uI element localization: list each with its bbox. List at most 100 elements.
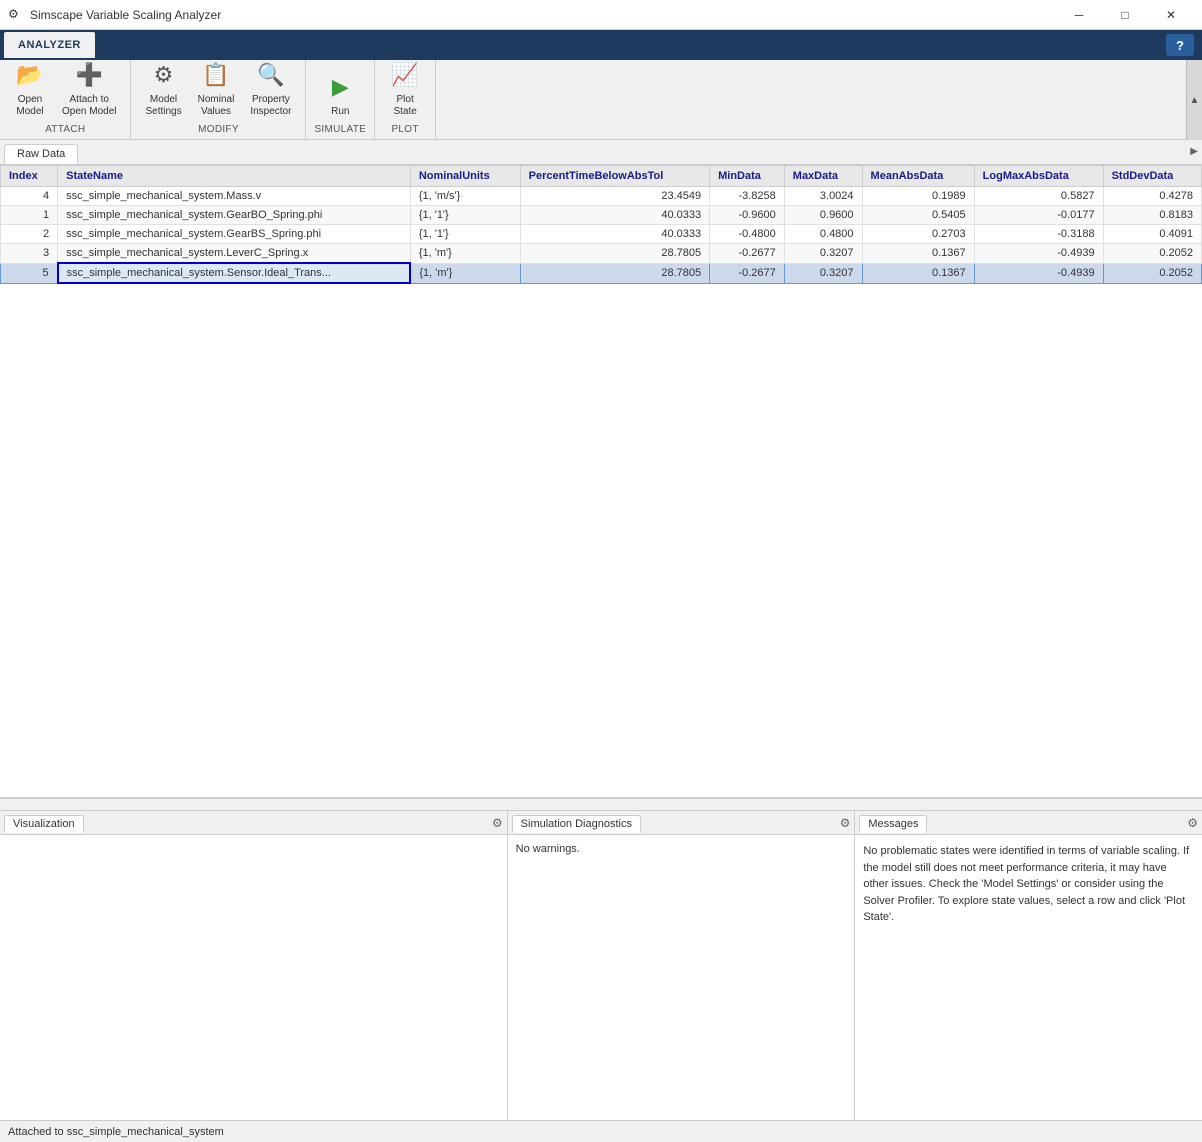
cell-units: {1, '1'}	[410, 206, 520, 225]
cell-statename: ssc_simple_mechanical_system.GearBS_Spri…	[58, 225, 411, 244]
table-row[interactable]: 2 ssc_simple_mechanical_system.GearBS_Sp…	[1, 225, 1202, 244]
toolbar-group-attach-items: 📂 OpenModel ➕ Attach toOpen Model	[8, 49, 122, 122]
cell-mean: 0.5405	[862, 206, 974, 225]
cell-stddev: 0.4091	[1103, 225, 1201, 244]
nominal-values-button[interactable]: 📋 NominalValues	[192, 55, 241, 122]
folder-icon: 📂	[14, 59, 46, 91]
cell-units: {1, '1'}	[410, 225, 520, 244]
run-icon: ▶	[324, 71, 356, 103]
title-bar: ⚙ Simscape Variable Scaling Analyzer ─ □…	[0, 0, 1202, 30]
nominal-icon: 📋	[200, 59, 232, 91]
toolbar-wrapper: 📂 OpenModel ➕ Attach toOpen Model ATTACH…	[0, 60, 1202, 140]
table-row[interactable]: 1 ssc_simple_mechanical_system.GearBO_Sp…	[1, 206, 1202, 225]
data-table: Index StateName NominalUnits PercentTime…	[0, 165, 1202, 284]
property-inspector-button[interactable]: 🔍 PropertyInspector	[244, 55, 297, 122]
toolbar-group-attach: 📂 OpenModel ➕ Attach toOpen Model ATTACH	[0, 60, 131, 139]
attach-icon: ➕	[73, 59, 105, 91]
raw-data-tab[interactable]: Raw Data	[4, 144, 78, 164]
simulate-group-label: SIMULATE	[314, 124, 366, 135]
attach-to-open-model-button[interactable]: ➕ Attach toOpen Model	[56, 55, 122, 122]
cell-index: 3	[1, 244, 58, 264]
visualization-tab[interactable]: Visualization	[4, 815, 84, 833]
cell-max: 0.3207	[784, 244, 862, 264]
simulation-diagnostics-gear-icon[interactable]: ⚙	[840, 816, 851, 830]
cell-index: 5	[1, 263, 58, 283]
toolbar-group-plot: 📈 PlotState PLOT	[375, 60, 436, 139]
cell-stddev: 0.8183	[1103, 206, 1201, 225]
cell-units: {1, 'm'}	[410, 244, 520, 264]
status-bar: Attached to ssc_simple_mechanical_system	[0, 1120, 1202, 1142]
toolbar: 📂 OpenModel ➕ Attach toOpen Model ATTACH…	[0, 60, 1202, 140]
close-button[interactable]: ✕	[1148, 0, 1194, 30]
cell-logmax: -0.4939	[974, 263, 1103, 283]
maximize-button[interactable]: □	[1102, 0, 1148, 30]
nominal-values-label: NominalValues	[198, 94, 235, 118]
plot-state-button[interactable]: 📈 PlotState	[383, 55, 427, 122]
cell-mean: 0.1989	[862, 187, 974, 206]
table-row[interactable]: 3 ssc_simple_mechanical_system.LeverC_Sp…	[1, 244, 1202, 264]
cell-stddev: 0.4278	[1103, 187, 1201, 206]
run-button[interactable]: ▶ Run	[318, 67, 362, 122]
cell-statename: ssc_simple_mechanical_system.Sensor.Idea…	[58, 263, 411, 283]
cell-mean: 0.1367	[862, 263, 974, 283]
col-statename: StateName	[58, 166, 411, 187]
app-icon: ⚙	[8, 7, 24, 23]
tab-bar: Raw Data ▶	[0, 140, 1202, 165]
simulation-diagnostics-tab[interactable]: Simulation Diagnostics	[512, 815, 641, 833]
messages-content: No problematic states were identified in…	[855, 835, 1202, 1120]
visualization-panel-header: Visualization ⚙	[0, 811, 507, 835]
cell-mean: 0.1367	[862, 244, 974, 264]
settings-icon: ⚙	[148, 59, 180, 91]
visualization-gear-icon[interactable]: ⚙	[492, 816, 503, 830]
title-bar-left: ⚙ Simscape Variable Scaling Analyzer	[8, 7, 221, 23]
simulation-diagnostics-content: No warnings.	[508, 835, 855, 1120]
cell-units: {1, 'm'}	[410, 263, 520, 283]
col-pctbelowabstol: PercentTimeBelowAbsTol	[520, 166, 709, 187]
simulation-diagnostics-panel: Simulation Diagnostics ⚙ No warnings.	[508, 811, 856, 1120]
col-mindata: MinData	[710, 166, 785, 187]
toolbar-spacer	[436, 60, 1202, 139]
messages-tab[interactable]: Messages	[859, 815, 927, 833]
model-settings-button[interactable]: ⚙ ModelSettings	[139, 55, 187, 122]
messages-gear-icon[interactable]: ⚙	[1187, 816, 1198, 830]
run-label: Run	[331, 106, 349, 118]
property-inspector-label: PropertyInspector	[250, 94, 291, 118]
table-row[interactable]: 5 ssc_simple_mechanical_system.Sensor.Id…	[1, 263, 1202, 283]
plot-icon: 📈	[389, 59, 421, 91]
cell-logmax: -0.0177	[974, 206, 1103, 225]
table-row[interactable]: 4 ssc_simple_mechanical_system.Mass.v {1…	[1, 187, 1202, 206]
simulation-diagnostics-panel-header: Simulation Diagnostics ⚙	[508, 811, 855, 835]
col-nominalunits: NominalUnits	[410, 166, 520, 187]
visualization-panel: Visualization ⚙	[0, 811, 508, 1120]
tab-scroll-arrow[interactable]: ▶	[1190, 146, 1198, 157]
cell-stddev: 0.2052	[1103, 263, 1201, 283]
messages-panel-header: Messages ⚙	[855, 811, 1202, 835]
col-logmaxabsdata: LogMaxAbsData	[974, 166, 1103, 187]
toolbar-collapse-button[interactable]: ▲	[1186, 60, 1202, 140]
toolbar-group-plot-items: 📈 PlotState	[383, 49, 427, 122]
open-model-label: OpenModel	[16, 94, 43, 118]
table-header-row: Index StateName NominalUnits PercentTime…	[1, 166, 1202, 187]
cell-stddev: 0.2052	[1103, 244, 1201, 264]
cell-pct: 28.7805	[520, 244, 709, 264]
cell-mean: 0.2703	[862, 225, 974, 244]
data-table-wrapper[interactable]: Index StateName NominalUnits PercentTime…	[0, 165, 1202, 798]
col-index: Index	[1, 166, 58, 187]
open-model-button[interactable]: 📂 OpenModel	[8, 55, 52, 122]
cell-max: 3.0024	[784, 187, 862, 206]
col-meanabsdata: MeanAbsData	[862, 166, 974, 187]
main-content: Raw Data ▶ Index StateName NominalUnits …	[0, 140, 1202, 810]
cell-index: 2	[1, 225, 58, 244]
help-button[interactable]: ?	[1166, 34, 1194, 56]
minimize-button[interactable]: ─	[1056, 0, 1102, 30]
cell-max: 0.9600	[784, 206, 862, 225]
horizontal-scrollbar[interactable]	[0, 798, 1202, 810]
cell-statename: ssc_simple_mechanical_system.LeverC_Spri…	[58, 244, 411, 264]
cell-index: 1	[1, 206, 58, 225]
cell-logmax: 0.5827	[974, 187, 1103, 206]
cell-pct: 40.0333	[520, 225, 709, 244]
plot-state-label: PlotState	[393, 94, 416, 118]
attach-model-label: Attach toOpen Model	[62, 94, 116, 118]
model-settings-label: ModelSettings	[145, 94, 181, 118]
modify-group-label: MODIFY	[198, 124, 239, 135]
